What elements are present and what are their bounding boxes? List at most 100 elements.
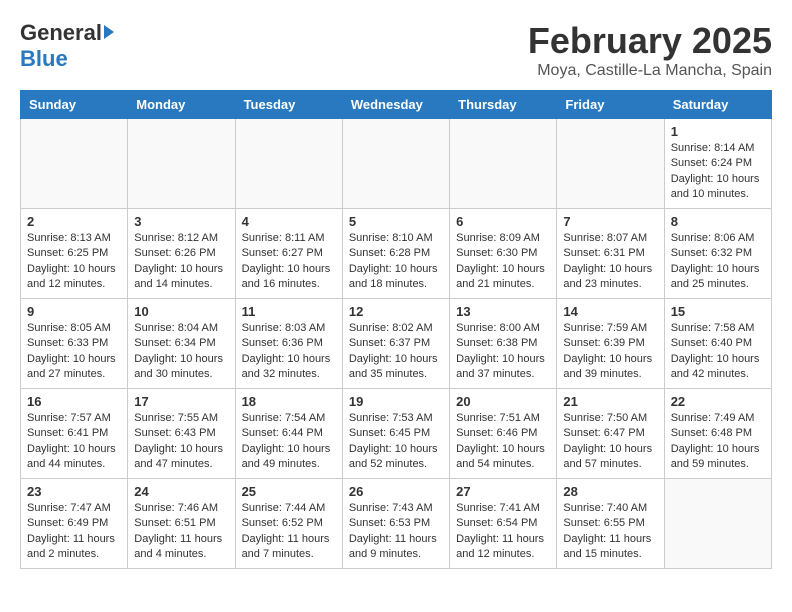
calendar-cell	[21, 119, 128, 209]
day-info: Sunrise: 7:51 AM Sunset: 6:46 PM Dayligh…	[456, 411, 550, 473]
logo: General Blue	[20, 20, 114, 72]
day-info: Sunrise: 7:44 AM Sunset: 6:52 PM Dayligh…	[242, 501, 336, 563]
location-text: Moya, Castille-La Mancha, Spain	[528, 62, 772, 80]
day-number: 17	[134, 394, 228, 409]
logo-triangle-icon	[104, 25, 114, 39]
calendar-cell: 19Sunrise: 7:53 AM Sunset: 6:45 PM Dayli…	[342, 389, 449, 479]
day-info: Sunrise: 8:12 AM Sunset: 6:26 PM Dayligh…	[134, 231, 228, 293]
day-number: 16	[27, 394, 121, 409]
day-number: 8	[671, 214, 765, 229]
title-section: February 2025 Moya, Castille-La Mancha, …	[528, 20, 772, 80]
calendar-cell: 16 Sunrise: 7:57 AM Sunset: 6:41 PM Dayli…	[21, 389, 128, 479]
calendar-cell: 9 Sunrise: 8:05 AM Sunset: 6:33 PM Daylig…	[21, 299, 128, 389]
day-number: 27	[456, 484, 550, 499]
day-number: 11	[242, 304, 336, 319]
calendar-cell: 12 Sunrise: 8:02 AM Sunset: 6:37 PM Dayli…	[342, 299, 449, 389]
calendar-cell: 27 Sunrise: 7:41 AM Sunset: 6:54 PM Dayli…	[450, 479, 557, 569]
day-info: Sunrise: 8:11 AM Sunset: 6:27 PM Dayligh…	[242, 231, 336, 293]
day-info: Sunrise: 7:46 AM Sunset: 6:51 PM Dayligh…	[134, 501, 228, 563]
day-number: 15	[671, 304, 765, 319]
weekday-header-friday: Friday	[557, 91, 664, 119]
day-info: Sunrise: 8:00 AM Sunset: 6:38 PM Dayligh…	[456, 321, 550, 383]
calendar-cell: 5Sunrise: 8:10 AM Sunset: 6:28 PM Daylig…	[342, 209, 449, 299]
calendar-cell	[664, 479, 771, 569]
day-number: 18	[242, 394, 336, 409]
calendar-cell: 15 Sunrise: 7:58 AM Sunset: 6:40 PM Dayli…	[664, 299, 771, 389]
calendar-cell: 20 Sunrise: 7:51 AM Sunset: 6:46 PM Dayli…	[450, 389, 557, 479]
week-row-2: 2Sunrise: 8:13 AM Sunset: 6:25 PM Daylig…	[21, 209, 772, 299]
calendar-table: SundayMondayTuesdayWednesdayThursdayFrid…	[20, 90, 772, 569]
day-info: Sunrise: 8:06 AM Sunset: 6:32 PM Dayligh…	[671, 231, 765, 293]
calendar-cell: 17 Sunrise: 7:55 AM Sunset: 6:43 PM Dayli…	[128, 389, 235, 479]
day-info: Sunrise: 7:49 AM Sunset: 6:48 PM Dayligh…	[671, 411, 765, 473]
calendar-cell: 6 Sunrise: 8:09 AM Sunset: 6:30 PM Daylig…	[450, 209, 557, 299]
day-info: Sunrise: 7:54 AM Sunset: 6:44 PM Dayligh…	[242, 411, 336, 473]
day-number: 7	[563, 214, 657, 229]
day-info: Sunrise: 7:40 AM Sunset: 6:55 PM Dayligh…	[563, 501, 657, 563]
day-number: 25	[242, 484, 336, 499]
day-number: 6	[456, 214, 550, 229]
day-info: Sunrise: 7:43 AM Sunset: 6:53 PM Dayligh…	[349, 501, 443, 563]
day-number: 14	[563, 304, 657, 319]
calendar-cell	[128, 119, 235, 209]
day-info: Sunrise: 7:55 AM Sunset: 6:43 PM Dayligh…	[134, 411, 228, 473]
day-info: Sunrise: 8:02 AM Sunset: 6:37 PM Dayligh…	[349, 321, 443, 383]
day-number: 13	[456, 304, 550, 319]
day-number: 9	[27, 304, 121, 319]
day-number: 19	[349, 394, 443, 409]
calendar-cell: 11 Sunrise: 8:03 AM Sunset: 6:36 PM Dayli…	[235, 299, 342, 389]
day-number: 12	[349, 304, 443, 319]
calendar-cell: 22 Sunrise: 7:49 AM Sunset: 6:48 PM Dayli…	[664, 389, 771, 479]
calendar-cell	[557, 119, 664, 209]
weekday-header-thursday: Thursday	[450, 91, 557, 119]
calendar-cell: 23Sunrise: 7:47 AM Sunset: 6:49 PM Dayli…	[21, 479, 128, 569]
calendar-cell: 21Sunrise: 7:50 AM Sunset: 6:47 PM Dayli…	[557, 389, 664, 479]
day-info: Sunrise: 7:58 AM Sunset: 6:40 PM Dayligh…	[671, 321, 765, 383]
day-info: Sunrise: 8:05 AM Sunset: 6:33 PM Dayligh…	[27, 321, 121, 383]
day-number: 1	[671, 124, 765, 139]
calendar-cell: 8 Sunrise: 8:06 AM Sunset: 6:32 PM Daylig…	[664, 209, 771, 299]
day-info: Sunrise: 7:41 AM Sunset: 6:54 PM Dayligh…	[456, 501, 550, 563]
day-number: 21	[563, 394, 657, 409]
weekday-header-saturday: Saturday	[664, 91, 771, 119]
calendar-cell	[342, 119, 449, 209]
calendar-cell	[235, 119, 342, 209]
day-info: Sunrise: 8:10 AM Sunset: 6:28 PM Dayligh…	[349, 231, 443, 293]
page-header: General Blue February 2025 Moya, Castill…	[20, 20, 772, 80]
calendar-cell: 18 Sunrise: 7:54 AM Sunset: 6:44 PM Dayli…	[235, 389, 342, 479]
day-number: 2	[27, 214, 121, 229]
calendar-cell: 3 Sunrise: 8:12 AM Sunset: 6:26 PM Daylig…	[128, 209, 235, 299]
calendar-cell: 26 Sunrise: 7:43 AM Sunset: 6:53 PM Dayli…	[342, 479, 449, 569]
day-info: Sunrise: 7:59 AM Sunset: 6:39 PM Dayligh…	[563, 321, 657, 383]
day-number: 28	[563, 484, 657, 499]
day-number: 4	[242, 214, 336, 229]
day-info: Sunrise: 8:03 AM Sunset: 6:36 PM Dayligh…	[242, 321, 336, 383]
calendar-cell: 7 Sunrise: 8:07 AM Sunset: 6:31 PM Daylig…	[557, 209, 664, 299]
weekday-header-tuesday: Tuesday	[235, 91, 342, 119]
week-row-1: 1 Sunrise: 8:14 AM Sunset: 6:24 PM Daylig…	[21, 119, 772, 209]
week-row-3: 9 Sunrise: 8:05 AM Sunset: 6:33 PM Daylig…	[21, 299, 772, 389]
day-info: Sunrise: 8:14 AM Sunset: 6:24 PM Dayligh…	[671, 141, 765, 203]
day-info: Sunrise: 8:09 AM Sunset: 6:30 PM Dayligh…	[456, 231, 550, 293]
day-number: 26	[349, 484, 443, 499]
day-info: Sunrise: 8:07 AM Sunset: 6:31 PM Dayligh…	[563, 231, 657, 293]
calendar-cell	[450, 119, 557, 209]
calendar-cell: 25 Sunrise: 7:44 AM Sunset: 6:52 PM Dayli…	[235, 479, 342, 569]
month-title: February 2025	[528, 20, 772, 62]
weekday-header-wednesday: Wednesday	[342, 91, 449, 119]
logo-blue-text: Blue	[20, 46, 68, 72]
calendar-cell: 14 Sunrise: 7:59 AM Sunset: 6:39 PM Dayli…	[557, 299, 664, 389]
day-number: 22	[671, 394, 765, 409]
day-number: 20	[456, 394, 550, 409]
day-number: 3	[134, 214, 228, 229]
week-row-5: 23Sunrise: 7:47 AM Sunset: 6:49 PM Dayli…	[21, 479, 772, 569]
week-row-4: 16 Sunrise: 7:57 AM Sunset: 6:41 PM Dayli…	[21, 389, 772, 479]
weekday-header-monday: Monday	[128, 91, 235, 119]
day-number: 10	[134, 304, 228, 319]
day-info: Sunrise: 7:57 AM Sunset: 6:41 PM Dayligh…	[27, 411, 121, 473]
calendar-cell: 2Sunrise: 8:13 AM Sunset: 6:25 PM Daylig…	[21, 209, 128, 299]
day-number: 23	[27, 484, 121, 499]
calendar-cell: 10Sunrise: 8:04 AM Sunset: 6:34 PM Dayli…	[128, 299, 235, 389]
day-number: 24	[134, 484, 228, 499]
calendar-cell: 1 Sunrise: 8:14 AM Sunset: 6:24 PM Daylig…	[664, 119, 771, 209]
